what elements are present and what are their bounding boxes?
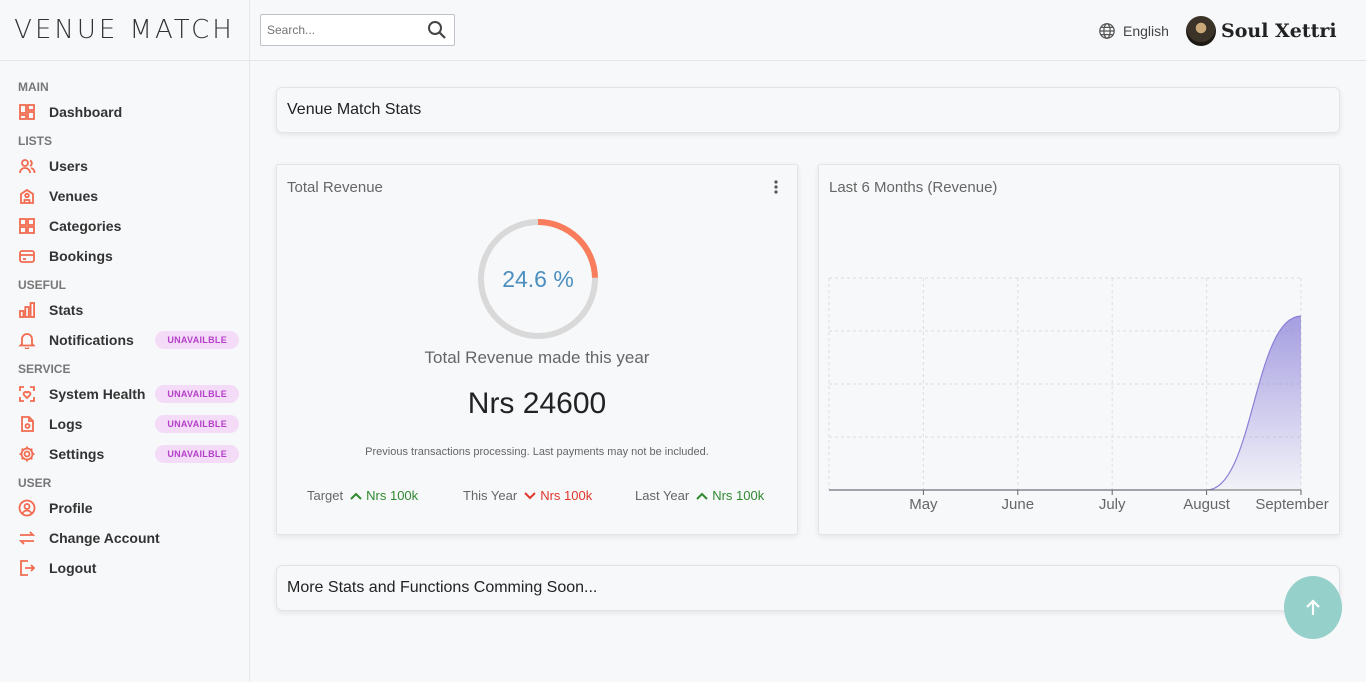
last-year-value: Nrs 100k xyxy=(712,488,765,503)
switch-icon xyxy=(18,529,36,547)
globe-icon xyxy=(1099,23,1115,39)
sidebar-item-label: Notifications xyxy=(49,332,134,348)
this-year-label: This Year xyxy=(463,488,518,503)
more-options-icon[interactable] xyxy=(769,179,783,195)
profile-icon xyxy=(18,499,36,517)
sidebar-item-label: Dashboard xyxy=(49,104,123,120)
sidebar-item-settings[interactable]: Settings UNAVAILBLE xyxy=(0,439,249,469)
arrow-up-icon xyxy=(696,492,708,500)
nav-section-lists: LISTS xyxy=(18,134,53,148)
revenue-line xyxy=(828,315,1302,491)
coming-soon-text: More Stats and Functions Comming Soon... xyxy=(287,579,598,596)
nav-section-service: SERVICE xyxy=(18,362,71,376)
sidebar-item-label: Stats xyxy=(49,302,84,318)
revenue-area xyxy=(829,316,1301,490)
total-revenue-card: Total Revenue 24.6 % Total Revenue made … xyxy=(276,164,798,535)
stats-header-card: Venue Match Stats xyxy=(276,87,1340,133)
scroll-to-top-button[interactable] xyxy=(1284,576,1342,639)
language-selector[interactable]: English xyxy=(1098,22,1169,40)
categories-icon xyxy=(18,217,36,235)
sidebar-item-label: Categories xyxy=(49,218,122,234)
unavailable-badge: UNAVAILBLE xyxy=(155,445,239,463)
user-name: Soul Xettri xyxy=(1221,20,1337,42)
language-label: English xyxy=(1123,23,1169,39)
x-tick-label: September xyxy=(1255,496,1328,513)
health-icon xyxy=(18,385,36,403)
last-year-stat: Last Year Nrs 100k xyxy=(635,488,764,503)
revenue-title: Total Revenue xyxy=(287,179,383,196)
arrow-up-icon xyxy=(1306,598,1320,615)
search-icon[interactable] xyxy=(427,20,447,40)
sidebar-item-label: Bookings xyxy=(49,248,113,264)
search-box xyxy=(260,14,455,46)
this-year-value: Nrs 100k xyxy=(540,488,593,503)
bell-icon xyxy=(18,331,36,349)
sidebar: VENUE MATCH MAIN Dashboard LISTS Users Venue… xyxy=(0,0,250,682)
users-icon xyxy=(18,157,36,175)
sidebar-item-venues[interactable]: Venues xyxy=(0,181,249,211)
x-tick-label: July xyxy=(1099,496,1126,513)
sidebar-item-system-health[interactable]: System Health UNAVAILBLE xyxy=(0,379,249,409)
avatar[interactable] xyxy=(1186,16,1216,46)
logs-icon xyxy=(18,415,36,433)
sidebar-item-users[interactable]: Users xyxy=(0,151,249,181)
venue-icon xyxy=(18,187,36,205)
target-label: Target xyxy=(307,488,344,503)
x-tick-label: May xyxy=(909,496,938,513)
sidebar-item-categories[interactable]: Categories xyxy=(0,211,249,241)
sidebar-item-logout[interactable]: Logout xyxy=(0,553,249,583)
nav-section-useful: USEFUL xyxy=(18,278,66,292)
sidebar-item-dashboard[interactable]: Dashboard xyxy=(0,97,249,127)
revenue-note: Previous transactions processing. Last p… xyxy=(365,446,709,458)
logout-icon xyxy=(18,559,36,577)
sidebar-item-label: Logs xyxy=(49,416,83,432)
nav-section-main: MAIN xyxy=(18,80,49,94)
revenue-amount: Nrs 24600 xyxy=(467,387,607,420)
sidebar-item-label: System Health xyxy=(49,386,146,402)
chart-grid xyxy=(828,277,1302,491)
topbar: English Soul Xettri xyxy=(250,0,1366,61)
sidebar-item-notifications[interactable]: Notifications UNAVAILBLE xyxy=(0,325,249,355)
brand-logo[interactable]: VENUE MATCH xyxy=(0,0,249,61)
dashboard-icon xyxy=(18,103,36,121)
sidebar-item-label: Logout xyxy=(49,560,97,576)
revenue-progress-ring: 24.6 % xyxy=(477,218,599,340)
revenue-caption: Total Revenue made this year xyxy=(424,348,650,367)
this-year-stat: This Year Nrs 100k xyxy=(463,488,592,503)
target-stat: Target Nrs 100k xyxy=(307,488,418,503)
sidebar-item-label: Settings xyxy=(49,446,105,462)
revenue-area-chart: May June July August September xyxy=(828,277,1329,513)
sidebar-item-bookings[interactable]: Bookings xyxy=(0,241,249,271)
last-year-label: Last Year xyxy=(635,488,690,503)
sidebar-item-logs[interactable]: Logs UNAVAILBLE xyxy=(0,409,249,439)
search-input[interactable] xyxy=(261,23,421,37)
bookings-icon xyxy=(18,247,36,265)
stats-header-title: Venue Match Stats xyxy=(287,101,422,118)
revenue-chart-card: Last 6 Months (Revenue) May June July Augus… xyxy=(818,164,1340,535)
target-value: Nrs 100k xyxy=(366,488,419,503)
sidebar-item-label: Profile xyxy=(49,500,93,516)
settings-icon xyxy=(18,445,36,463)
user-menu[interactable]: Soul Xettri xyxy=(1186,16,1337,46)
sidebar-item-profile[interactable]: Profile xyxy=(0,493,249,523)
coming-soon-card: More Stats and Functions Comming Soon... xyxy=(276,565,1340,611)
unavailable-badge: UNAVAILBLE xyxy=(155,331,239,349)
nav-section-user: USER xyxy=(18,476,52,490)
x-tick-label: August xyxy=(1183,496,1231,513)
unavailable-badge: UNAVAILBLE xyxy=(155,415,239,433)
sidebar-item-label: Users xyxy=(49,158,88,174)
revenue-percent: 24.6 % xyxy=(502,265,574,292)
arrow-down-icon xyxy=(524,491,536,499)
sidebar-item-change-account[interactable]: Change Account xyxy=(0,523,249,553)
arrow-up-icon xyxy=(350,492,362,500)
stats-icon xyxy=(18,301,36,319)
unavailable-badge: UNAVAILBLE xyxy=(155,385,239,403)
sidebar-item-label: Change Account xyxy=(49,530,160,546)
x-tick-label: June xyxy=(1002,496,1035,513)
sidebar-item-label: Venues xyxy=(49,188,99,204)
sidebar-nav: MAIN Dashboard LISTS Users Venues Categories B… xyxy=(0,61,249,583)
sidebar-item-stats[interactable]: Stats xyxy=(0,295,249,325)
